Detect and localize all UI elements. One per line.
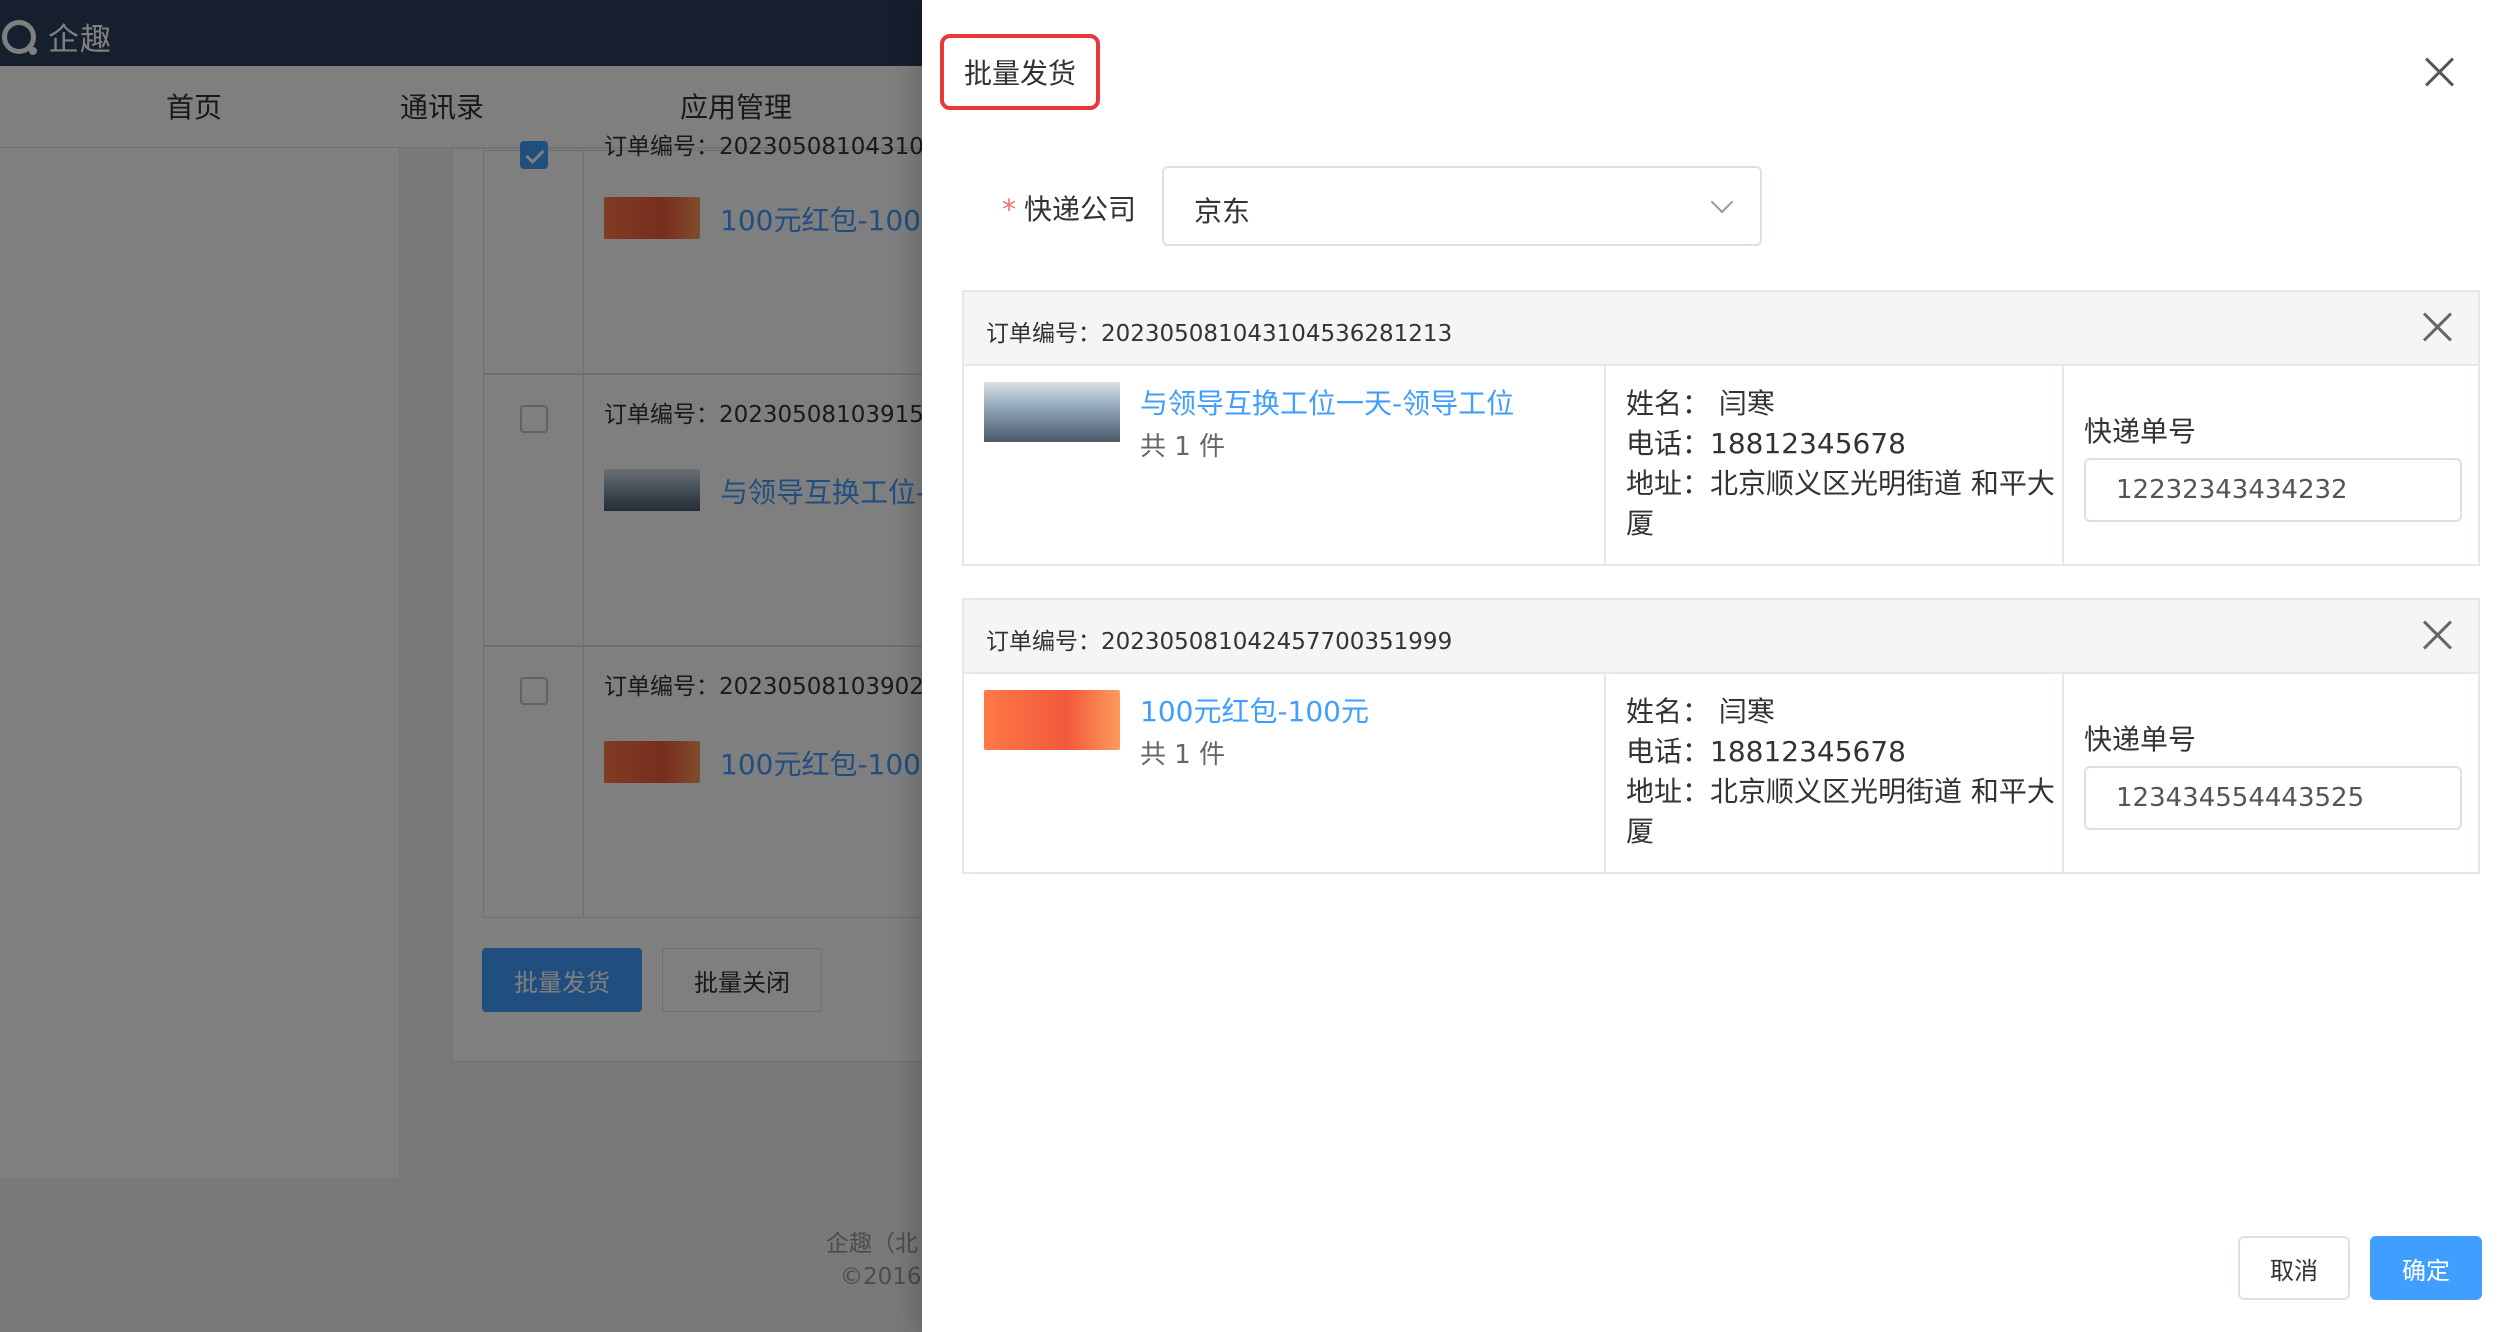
order-card-body: 与领导互换工位一天-领导工位 共 1 件 姓名： 闫寒 电话：188123456…	[964, 366, 2478, 566]
courier-select[interactable]: 京东	[1162, 166, 1762, 246]
tracking-number-input[interactable]	[2084, 766, 2462, 830]
tracking-number-label: 快递单号	[2084, 415, 2197, 448]
chevron-down-icon	[1710, 190, 1734, 214]
product-thumbnail	[984, 690, 1120, 750]
recipient-info: 姓名： 闫寒 电话：18812345678 地址：北京顺义区光明街道 和平大厦	[1626, 692, 2066, 852]
column-divider	[2062, 674, 2064, 874]
recipient-phone: 电话：18812345678	[1626, 427, 1906, 460]
order-card: 订单编号：202305081043104536281213 与领导互换工位一天-…	[962, 290, 2480, 566]
recipient-phone: 电话：18812345678	[1626, 735, 1906, 768]
courier-select-value: 京东	[1194, 195, 1251, 228]
product-quantity: 共 1 件	[1140, 740, 1226, 770]
column-divider	[1604, 366, 1606, 566]
courier-label: * 快递公司	[1002, 188, 1136, 228]
close-icon[interactable]	[2422, 55, 2456, 89]
tracking-number-input[interactable]	[2084, 458, 2462, 522]
product-thumbnail	[984, 382, 1120, 442]
recipient-name: 姓名： 闫寒	[1626, 387, 1775, 420]
order-number-value: 202305081042457700351999	[1101, 629, 1453, 655]
tracking-number-label: 快递单号	[2084, 723, 2197, 756]
drawer-title-highlight: 批量发货	[940, 34, 1100, 110]
product-title-link[interactable]: 与领导互换工位一天-领导工位	[1140, 382, 1514, 422]
courier-label-text: 快递公司	[1024, 193, 1137, 226]
order-number: 订单编号：202305081043104536281213	[986, 314, 1452, 348]
drawer-title: 批量发货	[963, 57, 1076, 90]
close-icon[interactable]	[2422, 620, 2452, 650]
cancel-button[interactable]: 取消	[2238, 1236, 2350, 1300]
order-number: 订单编号：202305081042457700351999	[986, 622, 1452, 656]
recipient-address: 地址：北京顺义区光明街道 和平大厦	[1626, 467, 2055, 540]
column-divider	[1604, 674, 1606, 874]
order-number-value: 202305081043104536281213	[1101, 321, 1453, 347]
order-number-label: 订单编号：	[986, 321, 1101, 347]
order-card: 订单编号：202305081042457700351999 100元红包-100…	[962, 598, 2480, 874]
order-card-header: 订单编号：202305081043104536281213	[964, 292, 2478, 366]
close-icon[interactable]	[2422, 312, 2452, 342]
order-card-header: 订单编号：202305081042457700351999	[964, 600, 2478, 674]
product-title-link[interactable]: 100元红包-100元	[1140, 690, 1369, 730]
recipient-info: 姓名： 闫寒 电话：18812345678 地址：北京顺义区光明街道 和平大厦	[1626, 384, 2066, 544]
recipient-address: 地址：北京顺义区光明街道 和平大厦	[1626, 775, 2055, 848]
column-divider	[2062, 366, 2064, 566]
product-quantity: 共 1 件	[1140, 432, 1226, 462]
confirm-button[interactable]: 确定	[2370, 1236, 2482, 1300]
order-card-body: 100元红包-100元 共 1 件 姓名： 闫寒 电话：18812345678 …	[964, 674, 2478, 874]
recipient-name: 姓名： 闫寒	[1626, 695, 1775, 728]
order-number-label: 订单编号：	[986, 629, 1101, 655]
batch-ship-drawer: 批量发货 * 快递公司 京东 订单编号：202305081043104536281…	[922, 0, 2504, 1332]
required-mark: *	[1002, 193, 1016, 226]
